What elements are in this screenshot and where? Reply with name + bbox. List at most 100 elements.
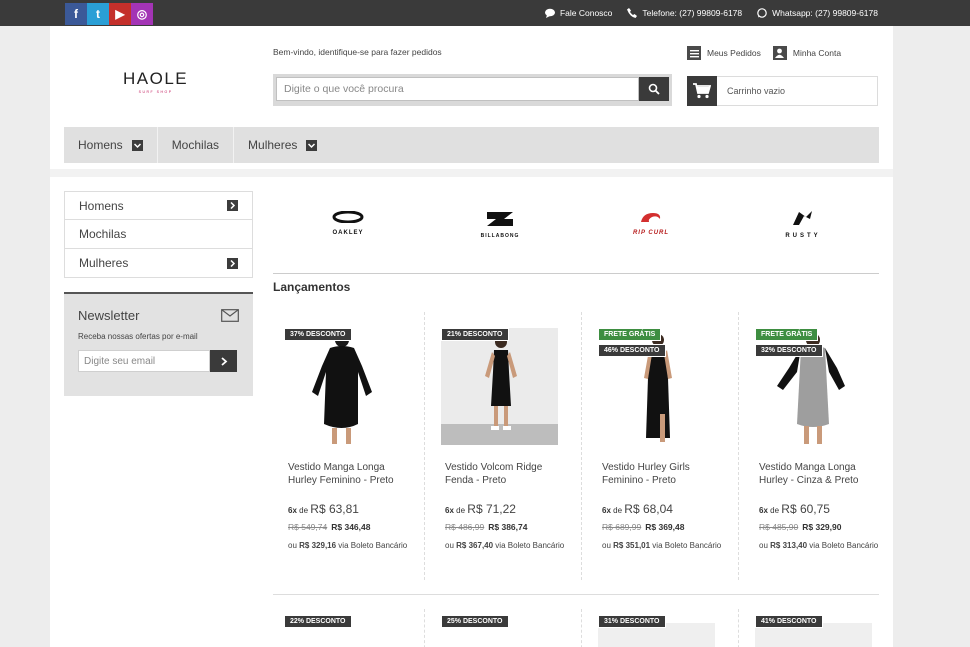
my-account-link[interactable]: Minha Conta: [772, 46, 842, 60]
youtube-icon[interactable]: ▶: [109, 3, 131, 25]
free-shipping-badge: FRETE GRÁTIS: [598, 328, 662, 341]
top-bar: f t ▶ ◎ Fale Conosco Telefone: (27) 9980…: [0, 0, 970, 26]
my-orders-label: Meus Pedidos: [707, 48, 761, 58]
nav-item-mulheres[interactable]: Mulheres: [234, 127, 331, 163]
brand-oakley[interactable]: OAKLEY: [318, 210, 378, 250]
site-logo[interactable]: HAOLE SURF SHOP: [123, 69, 188, 94]
chevron-down-icon: [131, 139, 143, 151]
boleto-value: R$ 329,16: [299, 541, 337, 550]
boleto-text: via Boleto Bancário: [338, 541, 408, 550]
price-row: R$ 689,99 R$ 369,48: [602, 522, 684, 532]
boleto-price: ou R$ 329,16 via Boleto Bancário: [288, 539, 413, 553]
product-image[interactable]: [284, 328, 401, 445]
product-image[interactable]: [441, 328, 558, 445]
product-name[interactable]: Vestido Manga Longa Hurley - Cinza & Pre…: [759, 461, 884, 487]
brand-rusty[interactable]: RUSTY: [773, 210, 833, 250]
discount-badge: 22% DESCONTO: [284, 615, 352, 628]
my-orders-link[interactable]: Meus Pedidos: [687, 46, 761, 60]
logo-text: HAOLE: [123, 69, 189, 88]
nav-label: Mochilas: [171, 138, 220, 152]
installment-value: R$ 63,81: [310, 502, 359, 516]
installment-de: de: [770, 506, 780, 515]
sidebar-item-label: Homens: [79, 198, 124, 213]
top-links: Fale Conosco Telefone: (27) 99809-6178 W…: [544, 0, 878, 26]
brand-label: BILLABONG: [480, 233, 520, 239]
newsletter-form: [78, 350, 239, 372]
nav-label: Homens: [78, 138, 123, 152]
whatsapp-label: Whatsapp: (27) 99809-6178: [772, 8, 878, 18]
user-icon: [772, 46, 787, 60]
discount-badge: 37% DESCONTO: [284, 328, 352, 341]
boleto-ou: ou: [288, 541, 297, 550]
chevron-right-icon: [227, 257, 238, 269]
installment-price: 6x de R$ 68,04: [602, 502, 673, 516]
oakley-logo-icon: [332, 210, 364, 224]
contact-label: Fale Conosco: [559, 8, 613, 18]
installment-count: 6x: [602, 506, 611, 515]
whatsapp-link[interactable]: Whatsapp: (27) 99809-6178: [757, 8, 878, 18]
chevron-right-icon: [227, 200, 238, 211]
facebook-icon[interactable]: f: [65, 3, 87, 25]
phone-link[interactable]: Telefone: (27) 99809-6178: [627, 8, 742, 18]
card-separator: [581, 312, 582, 580]
ripcurl-logo-icon: [641, 213, 661, 222]
boleto-price: ou R$ 367,40 via Boleto Bancário: [445, 539, 570, 553]
product-card[interactable]: 25% DESCONTO: [430, 609, 582, 647]
page-container: HAOLE SURF SHOP Bem-vindo, identifique-s…: [50, 26, 893, 647]
instagram-icon[interactable]: ◎: [131, 3, 153, 25]
product-card[interactable]: 22% DESCONTO: [273, 609, 425, 647]
boleto-value: R$ 313,40: [770, 541, 808, 550]
product-name[interactable]: Vestido Manga Longa Hurley Feminino - Pr…: [288, 461, 413, 487]
nav-item-homens[interactable]: Homens: [64, 127, 158, 163]
product-card[interactable]: 37% DESCONTO Vestido Manga Longa Hurley …: [273, 312, 425, 580]
old-price: R$ 485,90: [759, 522, 799, 532]
contact-link[interactable]: Fale Conosco: [544, 8, 613, 18]
newsletter-submit-button[interactable]: [210, 350, 237, 372]
dress-photo-icon: [312, 333, 372, 444]
phone-label: Telefone: (27) 99809-6178: [642, 8, 743, 18]
product-name[interactable]: Vestido Volcom Ridge Fenda - Preto: [445, 461, 570, 487]
newsletter-email-input[interactable]: [78, 350, 210, 372]
price-row: R$ 486,99 R$ 386,74: [445, 522, 527, 532]
old-price: R$ 549,74: [288, 522, 328, 532]
sidebar-item-homens[interactable]: Homens: [64, 191, 253, 220]
search-icon: [648, 83, 660, 95]
cart-icon: [687, 75, 717, 106]
search-button[interactable]: [639, 77, 669, 101]
product-card[interactable]: FRETE GRÁTIS 46% DESCONTO Vestido Hurley…: [587, 312, 739, 580]
installment-count: 6x: [759, 506, 768, 515]
product-card[interactable]: 41% DESCONTO: [744, 609, 896, 647]
envelope-icon: [221, 309, 239, 322]
newsletter-desc: Receba nossas ofertas por e-mail: [78, 332, 198, 341]
product-card[interactable]: 21% DESCONTO Vestido Volcom Ridge Fenda …: [430, 312, 582, 580]
newsletter-title: Newsletter: [78, 308, 239, 323]
installment-price: 6x de R$ 71,22: [445, 502, 516, 516]
my-account-label: Minha Conta: [792, 48, 842, 58]
brand-label: RUSTY: [785, 233, 821, 239]
old-price: R$ 486,99: [445, 522, 485, 532]
account-links: Meus Pedidos Minha Conta: [687, 46, 841, 60]
boleto-text: via Boleto Bancário: [809, 541, 879, 550]
brand-billabong[interactable]: BILLABONG: [470, 210, 530, 250]
brand-label: OAKLEY: [332, 230, 364, 236]
welcome-text[interactable]: Bem-vindo, identifique-se para fazer ped…: [273, 47, 442, 57]
product-card[interactable]: 31% DESCONTO: [587, 609, 739, 647]
boleto-price: ou R$ 351,01 via Boleto Bancário: [602, 539, 727, 553]
installment-de: de: [299, 506, 309, 515]
search-input[interactable]: [276, 77, 639, 101]
product-name[interactable]: Vestido Hurley Girls Feminino - Preto: [602, 461, 727, 487]
installment-value: R$ 60,75: [781, 502, 830, 516]
twitter-icon[interactable]: t: [87, 3, 109, 25]
sidebar-item-mochilas[interactable]: Mochilas: [64, 220, 253, 249]
cart-widget[interactable]: Carrinho vazio: [687, 75, 878, 106]
card-separator: [738, 609, 739, 647]
nav-item-mochilas[interactable]: Mochilas: [158, 127, 235, 163]
chevron-right-icon: [220, 356, 227, 366]
sidebar-item-mulheres[interactable]: Mulheres: [64, 249, 253, 278]
brand-label: RIP CURL: [632, 230, 670, 236]
price-row: R$ 549,74 R$ 346,48: [288, 522, 370, 532]
brand-ripcurl[interactable]: RIP CURL: [621, 210, 681, 250]
boleto-text: via Boleto Bancário: [495, 541, 565, 550]
product-card[interactable]: FRETE GRÁTIS 32% DESCONTO Vestido Manga …: [744, 312, 896, 580]
price-row: R$ 485,90 R$ 329,90: [759, 522, 841, 532]
